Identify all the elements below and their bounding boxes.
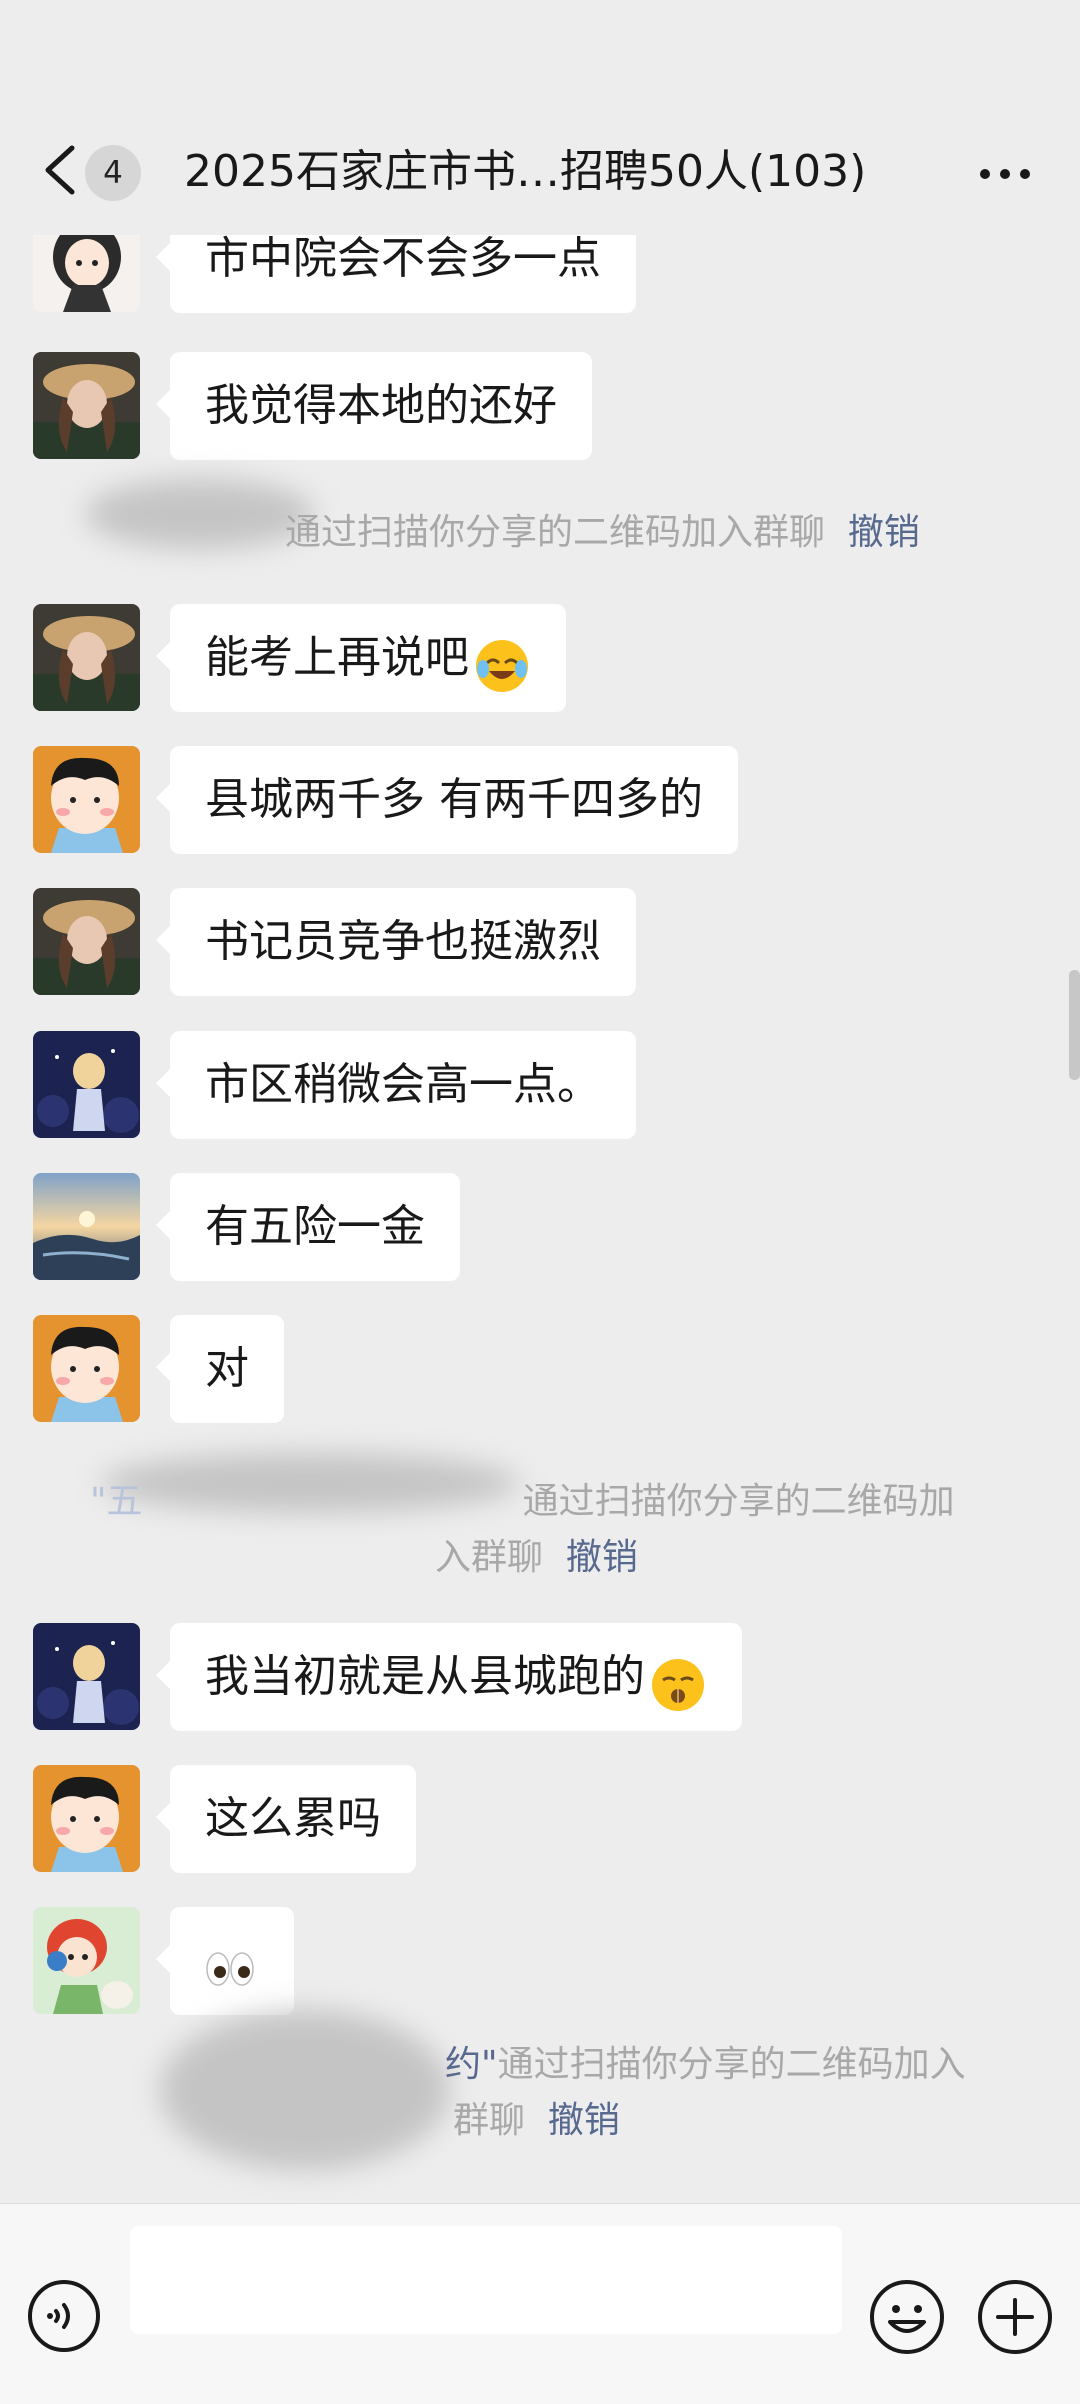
system-notice-text: 入群聊: [435, 1537, 544, 1578]
system-notice: 约"通过扫描你分享的二维码加入: [445, 2037, 1045, 2093]
system-notice-text: 群聊: [453, 2100, 526, 2141]
input-bar: [0, 2203, 1080, 2404]
message-text: 这么累吗: [205, 1793, 381, 1844]
message-bubble[interactable]: [156, 1907, 294, 2015]
system-notice: "五 通过扫描你分享的二维码加: [90, 1474, 1030, 1530]
avatar-girl-hat[interactable]: [33, 604, 140, 711]
message-text: 能考上再说吧: [205, 632, 469, 683]
avatar-sunset-landscape[interactable]: [33, 1173, 140, 1280]
message-bubble[interactable]: 这么累吗: [156, 1765, 416, 1873]
rolling-laughing-emoji: [473, 627, 531, 692]
message-bubble[interactable]: 县城两千多 有两千四多的: [156, 746, 738, 854]
message-text: 我觉得本地的还好: [205, 380, 557, 431]
system-notice: 入群聊 撤销: [435, 1530, 835, 1586]
eyes-emoji: [201, 1930, 259, 1988]
system-notice-name-prefix: "五: [90, 1481, 143, 1522]
system-notice: 通过扫描你分享的二维码加入群聊 撤销: [285, 505, 985, 561]
message-text: 有五险一金: [205, 1201, 425, 1252]
avatar-anime-girl[interactable]: [33, 235, 140, 312]
emoji-icon[interactable]: [868, 2278, 946, 2356]
more-options-icon[interactable]: [975, 154, 1035, 194]
system-notice-text: 通过扫描你分享的二维码加入: [497, 2044, 966, 2085]
undo-link[interactable]: 撤销: [566, 1537, 638, 1578]
message-bubble[interactable]: 有五险一金: [156, 1173, 460, 1281]
back-arrow-icon[interactable]: [36, 142, 86, 198]
message-text: 市中院会不会多一点: [205, 235, 601, 284]
message-bubble[interactable]: 市区稍微会高一点。: [156, 1031, 636, 1139]
avatar-girl-hat[interactable]: [33, 352, 140, 459]
unread-count-badge[interactable]: 4: [85, 145, 141, 201]
avatar-anime-redhead[interactable]: [33, 1907, 140, 2014]
message-text: 市区稍微会高一点。: [205, 1059, 601, 1110]
avatar-cartoon-boy[interactable]: [33, 1315, 140, 1422]
message-text: 我当初就是从县城跑的: [205, 1651, 645, 1702]
message-bubble[interactable]: 市中院会不会多一点: [156, 235, 636, 313]
zipper-mouth-emoji: [649, 1646, 707, 1711]
redacted-name-blur: [160, 2010, 450, 2170]
avatar-girl-hat[interactable]: [33, 888, 140, 995]
undo-link[interactable]: 撤销: [548, 2100, 620, 2141]
message-text: 对: [205, 1343, 249, 1394]
chat-title: 2025石家庄市书…招聘50人(103): [184, 146, 867, 197]
message-bubble[interactable]: 我觉得本地的还好: [156, 352, 592, 460]
scrollbar-thumb[interactable]: [1069, 970, 1080, 1080]
undo-link[interactable]: 撤销: [848, 512, 920, 553]
voice-input-icon[interactable]: [26, 2278, 102, 2354]
system-notice-name-prefix: 约": [445, 2044, 498, 2085]
chat-header: 4 2025石家庄市书…招聘50人(103): [0, 0, 1080, 235]
avatar-night-boy[interactable]: [33, 1031, 140, 1138]
message-list[interactable]: 市中院会不会多一点 我觉得本地的还好 通过扫描你分享的二维码加入群聊 撤销 能考…: [0, 235, 1080, 2203]
avatar-cartoon-boy[interactable]: [33, 746, 140, 853]
message-text: 县城两千多 有两千四多的: [205, 774, 703, 825]
system-notice-text: 通过扫描你分享的二维码加: [522, 1481, 955, 1522]
message-text: 书记员竞争也挺激烈: [205, 916, 601, 967]
message-bubble[interactable]: 我当初就是从县城跑的: [156, 1623, 742, 1731]
system-notice-text: 通过扫描你分享的二维码加入群聊: [285, 512, 826, 553]
add-more-icon[interactable]: [976, 2278, 1054, 2356]
avatar-night-boy[interactable]: [33, 1623, 140, 1730]
system-notice: 群聊 撤销: [453, 2093, 853, 2149]
avatar-cartoon-boy[interactable]: [33, 1765, 140, 1872]
message-bubble[interactable]: 对: [156, 1315, 284, 1423]
message-bubble[interactable]: 能考上再说吧: [156, 604, 566, 712]
message-input[interactable]: [130, 2226, 842, 2334]
message-bubble[interactable]: 书记员竞争也挺激烈: [156, 888, 636, 996]
redacted-name-blur: [85, 479, 315, 549]
